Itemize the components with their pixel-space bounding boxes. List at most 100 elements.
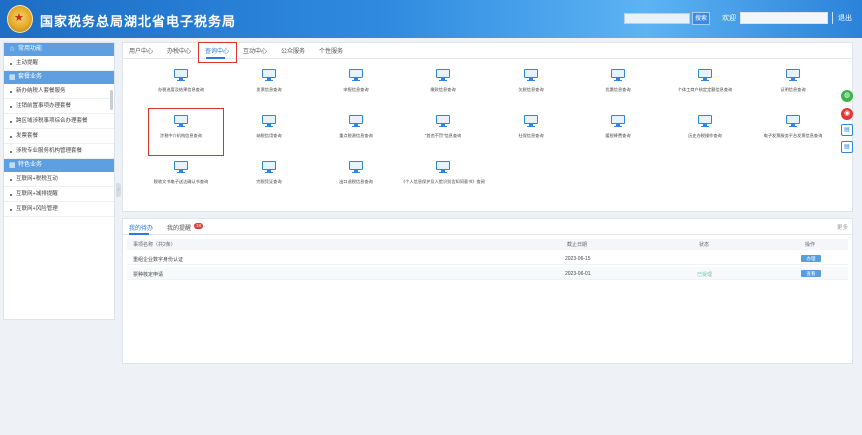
query-item-label: 完税凭证查询: [256, 179, 282, 184]
sidebar-item-cancel[interactable]: 注销前置事项办理套餐: [4, 99, 114, 114]
query-item-label: 证明信息查询: [780, 87, 806, 92]
sidebar-item-risk[interactable]: 互联网+风险管理: [4, 202, 114, 217]
tab-my-reminders[interactable]: 我的提醒: [167, 223, 191, 232]
query-item[interactable]: 完税凭证查询: [227, 161, 311, 203]
sidebar-item-reminder[interactable]: 互联网+减排提醒: [4, 187, 114, 202]
sidebar-scrollbar[interactable]: [110, 90, 113, 110]
query-item[interactable]: 优惠信息查询: [576, 69, 660, 111]
query-item[interactable]: 《个人信息保护及人脸识别告知同意书》查阅: [401, 161, 485, 203]
sidebar-section-package[interactable]: ▦ 套餐业务: [4, 71, 114, 84]
query-item[interactable]: 办税进度及结果信息查询: [139, 69, 223, 111]
grid-icon: ▦: [9, 74, 16, 81]
logout-link[interactable]: 退出: [838, 13, 852, 23]
tab-personal-service[interactable]: 个性服务: [319, 46, 343, 55]
query-item[interactable]: 证明信息查询: [751, 69, 835, 111]
todo-tabs: 我的待办 我的提醒 18 更多: [123, 219, 852, 235]
sidebar-item-cross-region[interactable]: 跨区域涉税事项综合办理套餐: [4, 114, 114, 129]
monitor-icon: [436, 161, 450, 173]
monitor-icon: [786, 115, 800, 127]
sidebar-item-interaction[interactable]: 互联网+税税互动: [4, 172, 114, 187]
monitor-icon: [349, 161, 363, 173]
reminder-count-badge: 18: [194, 223, 203, 229]
monitor-icon: [698, 115, 712, 127]
col-date: 截止日期: [567, 242, 588, 248]
monitor-icon: [611, 115, 625, 127]
monitor-icon: [698, 69, 712, 81]
tab-interaction-center[interactable]: 互动中心: [243, 46, 267, 55]
monitor-icon: [524, 69, 538, 81]
monitor-icon: [436, 115, 450, 127]
query-item[interactable]: 税收文书电子送达确认书查询: [139, 161, 223, 203]
sidebar-item-agency[interactable]: 涉税专业服务机构管理套餐: [4, 144, 114, 159]
header-search-input[interactable]: [624, 13, 690, 24]
col-status: 状态: [699, 242, 710, 248]
query-item[interactable]: 出口退税信息查询: [314, 161, 398, 203]
sidebar-collapse-icon[interactable]: ‹: [116, 183, 121, 197]
query-item-label: 历史办税操作查询: [688, 133, 722, 138]
monitor-icon: [436, 69, 450, 81]
tab-highlight-box: [198, 42, 237, 63]
query-item[interactable]: 重点税源信息查询: [314, 115, 398, 157]
query-item[interactable]: 电子发票服务平台发票信息查询: [751, 115, 835, 157]
tab-public-service[interactable]: 公众服务: [281, 46, 305, 55]
col-name: 事项名称（共2条）: [133, 242, 176, 248]
item-highlight-box: [148, 108, 224, 156]
site-title: 国家税务总局湖北省电子税务局: [40, 14, 237, 29]
sidebar-item-remind[interactable]: 主动提醒: [4, 56, 114, 71]
sidebar-item-new-taxpayer[interactable]: 新办纳税人套餐服务: [4, 84, 114, 99]
star-icon: ☆: [9, 46, 16, 53]
more-link[interactable]: 更多: [837, 223, 848, 231]
sidebar-section-special[interactable]: ▦ 特色业务: [4, 159, 114, 172]
col-action: 操作: [805, 242, 816, 248]
header-search-button[interactable]: 搜索: [692, 12, 710, 25]
bullet-icon: [10, 194, 12, 196]
row-name: 票种核定申请: [133, 272, 164, 278]
bullet-icon: [10, 179, 12, 181]
monitor-icon: [262, 161, 276, 173]
query-item[interactable]: 缓税降费查询: [576, 115, 660, 157]
query-item[interactable]: 个体工商户核定定额信息查询: [663, 69, 747, 111]
table-row: 重组企业数字身份认证 2023-06-15 办理: [127, 252, 848, 265]
user-name-field: [740, 12, 828, 24]
query-item-label: 社保信息查询: [518, 133, 544, 138]
table-header: 事项名称（共2条） 截止日期 状态 操作: [127, 239, 848, 250]
query-item[interactable]: 发票信息查询: [227, 69, 311, 111]
query-item-label: 税收文书电子送达确认书查询: [153, 179, 209, 184]
monitor-icon: [349, 69, 363, 81]
query-item[interactable]: 申报信息查询: [314, 69, 398, 111]
query-item-label: 纳税信用查询: [256, 133, 282, 138]
sidebar-item-invoice[interactable]: 发票套餐: [4, 129, 114, 144]
bullet-icon: [10, 106, 12, 108]
view-button[interactable]: 查看: [801, 270, 821, 277]
bullet-icon: [10, 151, 12, 153]
query-item[interactable]: 欠税信息查询: [489, 69, 573, 111]
print-icon[interactable]: ▤: [841, 141, 853, 153]
bullet-icon: [10, 136, 12, 138]
tab-user-center[interactable]: 用户中心: [129, 46, 153, 55]
handle-button[interactable]: 办理: [801, 255, 821, 262]
print-icon[interactable]: ▤: [841, 124, 853, 136]
tab-my-todo[interactable]: 我的待办: [129, 223, 153, 232]
tab-tax-center[interactable]: 办税中心: [167, 46, 191, 55]
query-item-label: 《个人信息保护及人脸识别告知同意书》查阅: [401, 179, 485, 184]
bullet-icon: [10, 91, 12, 93]
monitor-icon: [174, 161, 188, 173]
table-row: 票种核定申请 2023-06-01 已受理 查看: [127, 267, 848, 280]
row-name: 重组企业数字身份认证: [133, 257, 184, 263]
welcome-text: 欢迎: [722, 15, 736, 22]
active-tab-indicator: [129, 233, 149, 235]
query-item-label: 申报信息查询: [343, 87, 369, 92]
query-item[interactable]: 缴款信息查询: [401, 69, 485, 111]
query-item-label: 欠税信息查询: [518, 87, 544, 92]
site-header: ★ 国家税务总局湖北省电子税务局 搜索 欢迎 退出: [0, 0, 862, 38]
query-item[interactable]: 历史办税操作查询: [663, 115, 747, 157]
weibo-icon[interactable]: ◉: [841, 108, 853, 120]
wechat-icon[interactable]: ◍: [841, 90, 853, 102]
query-item[interactable]: 社保信息查询: [489, 115, 573, 157]
query-item[interactable]: "首违不罚"信息查询: [401, 115, 485, 157]
query-item[interactable]: 纳税信用查询: [227, 115, 311, 157]
query-item-label: 缓税降费查询: [605, 133, 631, 138]
sidebar-section-common[interactable]: ☆ 常用功能: [4, 43, 114, 56]
sidebar: ☆ 常用功能 主动提醒 ▦ 套餐业务 新办纳税人套餐服务 注销前置事项办理套餐 跨区…: [3, 42, 115, 320]
query-item-label: 优惠信息查询: [605, 87, 631, 92]
